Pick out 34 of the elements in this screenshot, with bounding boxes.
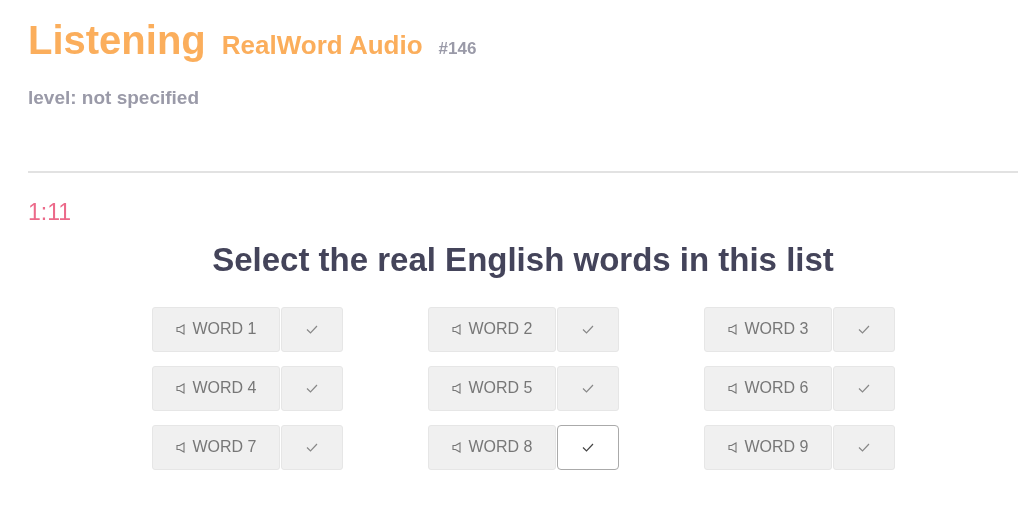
check-icon: [858, 383, 870, 393]
timer: 1:11: [28, 197, 72, 227]
check-icon: [306, 383, 318, 393]
speaker-icon: [451, 323, 461, 335]
check-icon: [858, 324, 870, 334]
word-play-button[interactable]: WORD 3: [704, 306, 832, 352]
exercise-name: RealWord Audio: [221, 29, 423, 62]
speaker-icon: [451, 382, 461, 394]
word-play-button[interactable]: WORD 8: [428, 424, 556, 470]
word-play-button[interactable]: WORD 1: [152, 306, 280, 352]
speaker-icon: [175, 382, 185, 394]
word-play-button[interactable]: WORD 9: [704, 424, 832, 470]
speaker-icon: [451, 441, 461, 453]
speaker-icon: [727, 441, 737, 453]
level-label: level: not specified: [28, 86, 201, 110]
check-icon: [858, 442, 870, 452]
question-heading: Select the real English words in this list: [211, 240, 835, 280]
word-play-button[interactable]: WORD 4: [152, 365, 280, 411]
speaker-icon: [727, 382, 737, 394]
word-play-button[interactable]: WORD 5: [428, 365, 556, 411]
check-icon: [582, 442, 594, 452]
check-icon: [582, 383, 594, 393]
check-icon: [306, 324, 318, 334]
check-icon: [306, 442, 318, 452]
check-icon: [582, 324, 594, 334]
word-play-button[interactable]: WORD 7: [152, 424, 280, 470]
speaker-icon: [727, 323, 737, 335]
check-button[interactable]: [557, 424, 619, 470]
speaker-icon: [175, 323, 185, 335]
word-play-button[interactable]: WORD 6: [704, 365, 832, 411]
speaker-icon: [175, 441, 185, 453]
page-title: Listening: [28, 17, 206, 64]
exercise-number: #146: [438, 38, 477, 60]
word-play-button[interactable]: WORD 2: [428, 306, 556, 352]
